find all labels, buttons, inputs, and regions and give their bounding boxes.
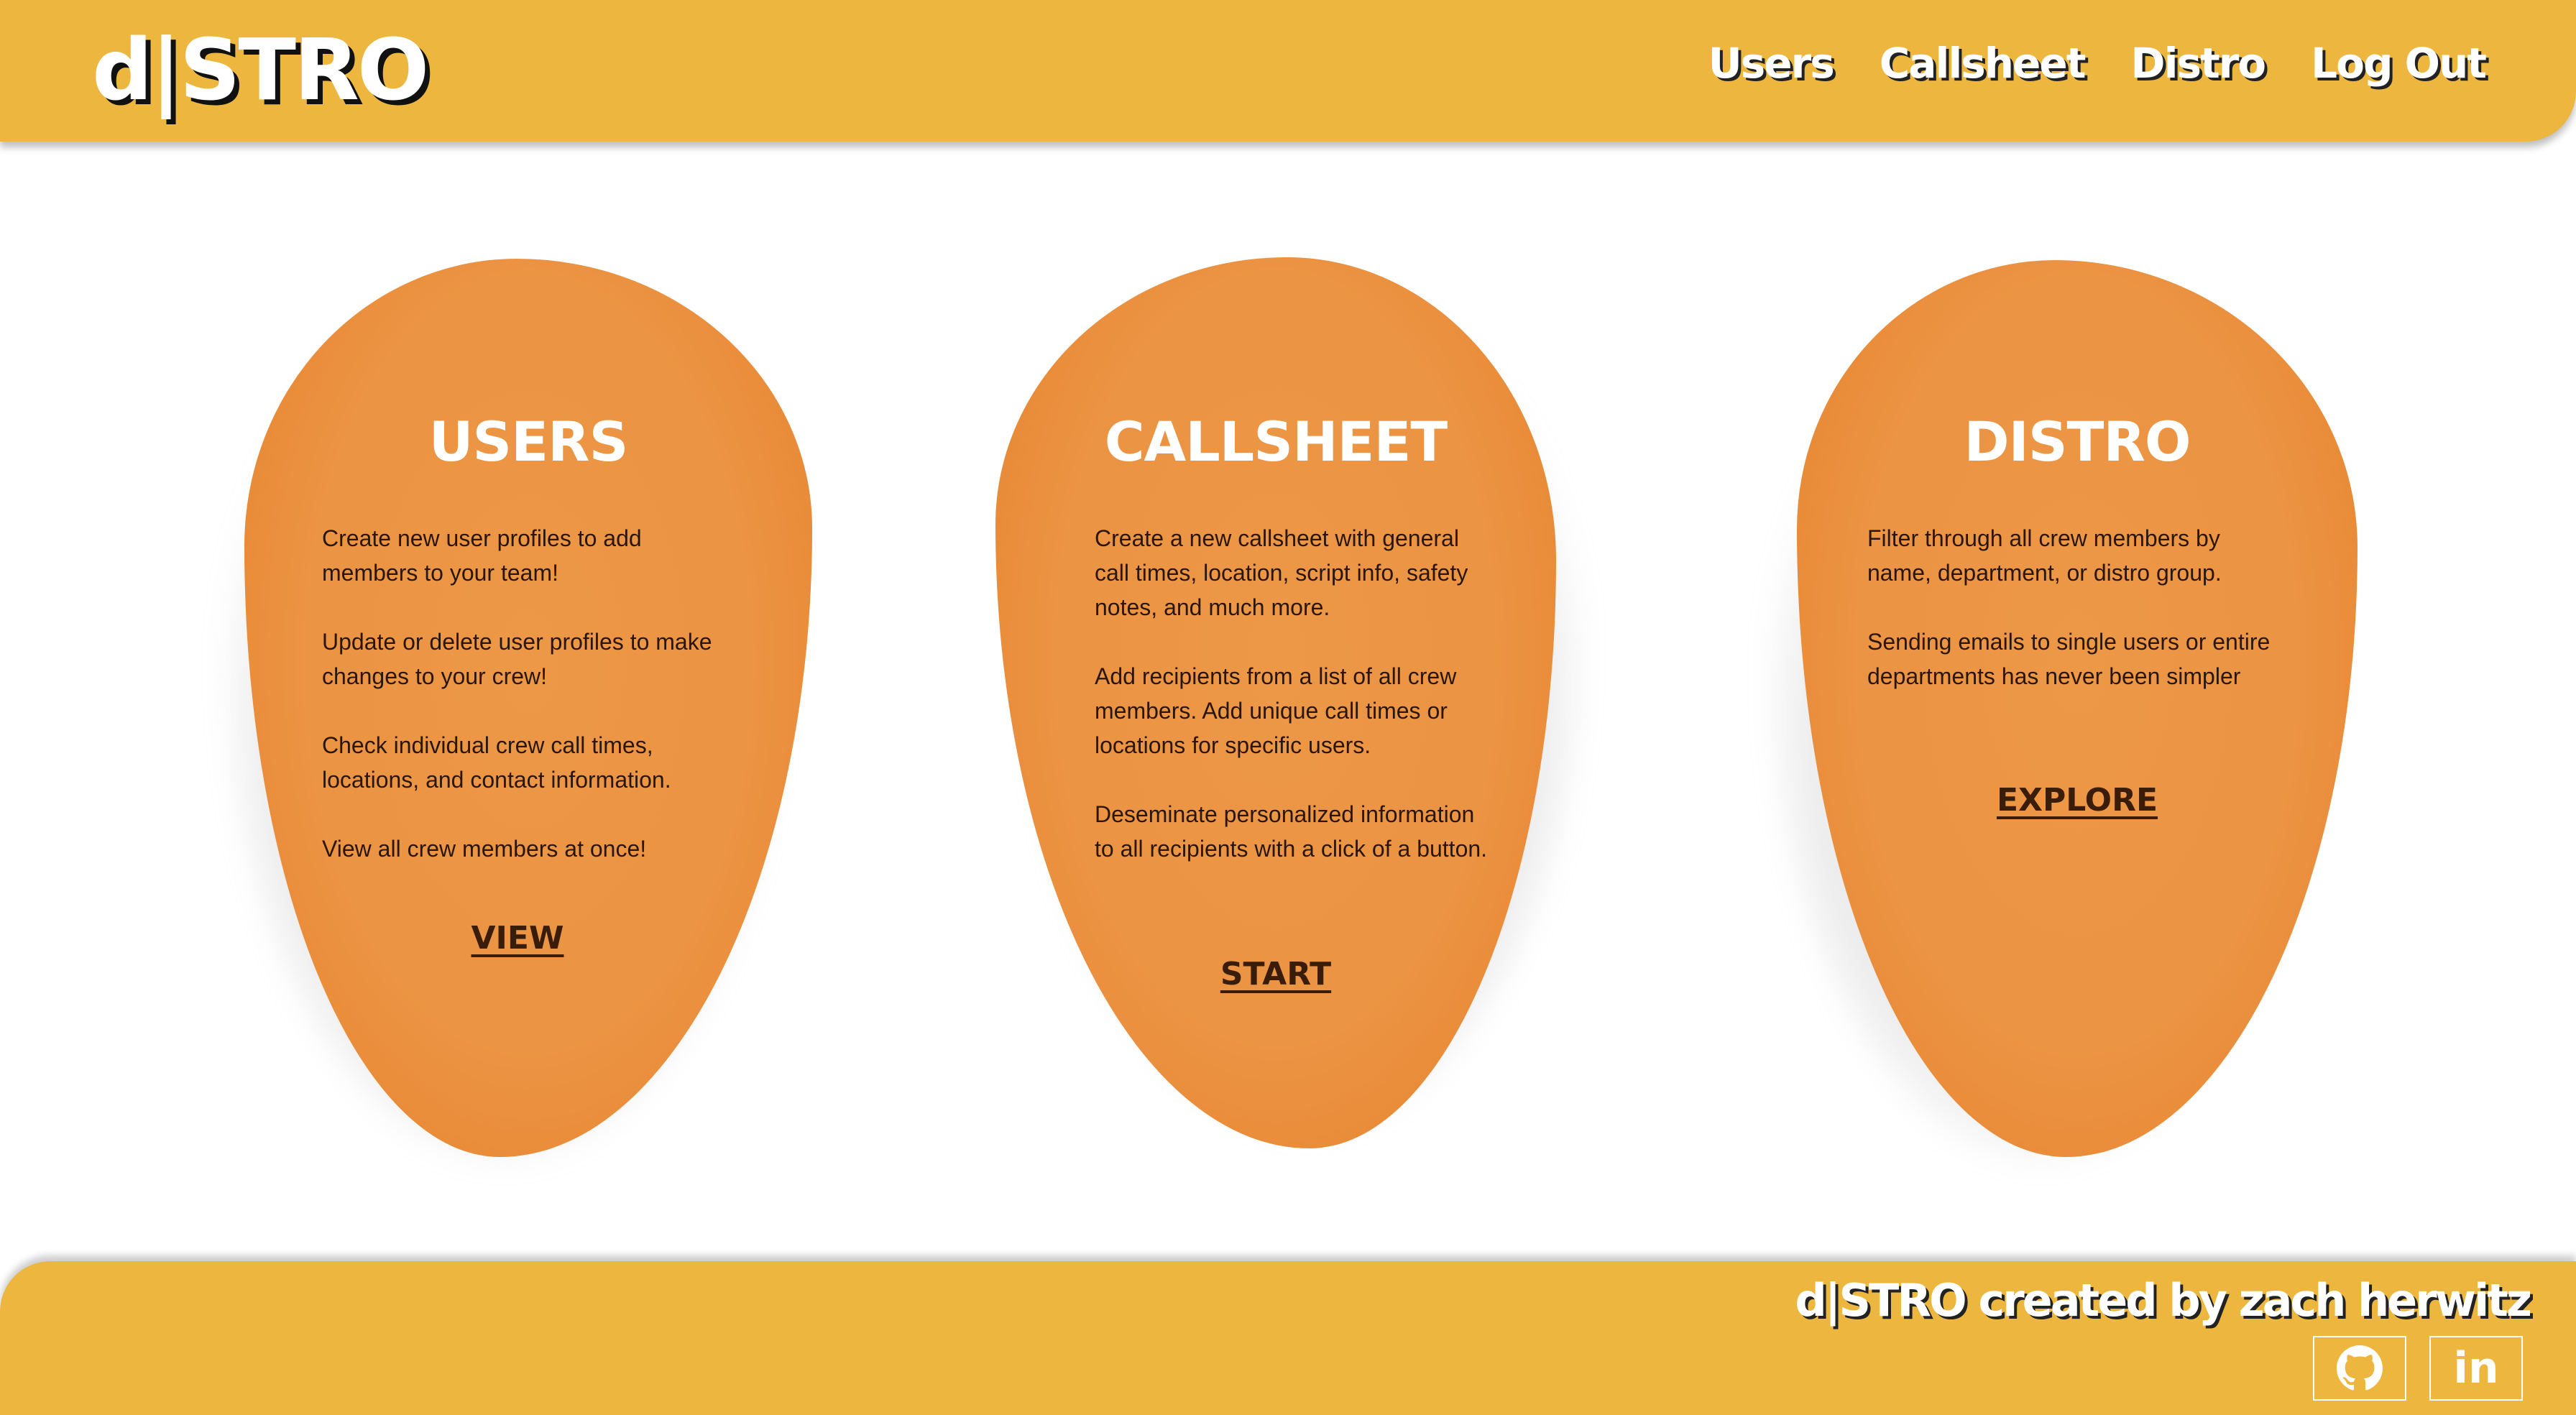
users-card-text: Create new user profiles to add members …: [322, 521, 724, 900]
site-header: d|STRO Users Callsheet Distro Log Out: [0, 0, 2576, 142]
users-card-paragraph: View all crew members at once!: [322, 836, 647, 862]
main-nav: Users Callsheet Distro Log Out: [1708, 39, 2487, 88]
callsheet-card-text: Create a new callsheet with general call…: [1095, 521, 1497, 900]
nav-distro[interactable]: Distro: [2130, 39, 2266, 88]
callsheet-card-paragraph: Create a new callsheet with general call…: [1095, 525, 1468, 620]
distro-card-title: DISTRO: [1964, 410, 2191, 474]
callsheet-card-paragraph: Add recipients from a list of all crew m…: [1095, 663, 1457, 758]
site-footer: d|STRO created by zach herwitz in: [0, 1261, 2576, 1415]
nav-users[interactable]: Users: [1708, 39, 1835, 88]
distro-card: DISTRO Filter through all crew members b…: [1768, 260, 2358, 1164]
users-card: USERS Create new user profiles to add me…: [223, 259, 812, 1164]
github-link[interactable]: [2313, 1336, 2406, 1401]
start-link[interactable]: START: [995, 956, 1556, 992]
view-link[interactable]: VIEW: [223, 920, 812, 957]
distro-card-paragraph: Filter through all crew members by name,…: [1867, 525, 2222, 586]
users-card-title: USERS: [428, 410, 629, 474]
explore-link[interactable]: EXPLORE: [1797, 782, 2358, 819]
users-card-paragraph: Check individual crew call times, locati…: [322, 732, 671, 793]
callsheet-card-paragraph: Deseminate personalized information to a…: [1095, 801, 1488, 862]
callsheet-card-title: CALLSHEET: [1104, 410, 1448, 474]
nav-logout[interactable]: Log Out: [2311, 39, 2487, 88]
site-logo[interactable]: d|STRO: [92, 20, 429, 119]
github-icon: [2337, 1345, 2383, 1391]
linkedin-link[interactable]: in: [2429, 1336, 2523, 1401]
callsheet-card: CALLSHEET Create a new callsheet with ge…: [995, 257, 1585, 1148]
users-card-paragraph: Create new user profiles to add members …: [322, 525, 642, 586]
nav-callsheet[interactable]: Callsheet: [1880, 39, 2087, 88]
linkedin-icon: in: [2453, 1343, 2499, 1393]
distro-card-text: Filter through all crew members by name,…: [1867, 521, 2277, 728]
footer-credit: d|STRO created by zach herwitz: [1795, 1274, 2532, 1327]
distro-card-paragraph: Sending emails to single users or entire…: [1867, 629, 2271, 689]
users-card-paragraph: Update or delete user profiles to make c…: [322, 629, 712, 689]
